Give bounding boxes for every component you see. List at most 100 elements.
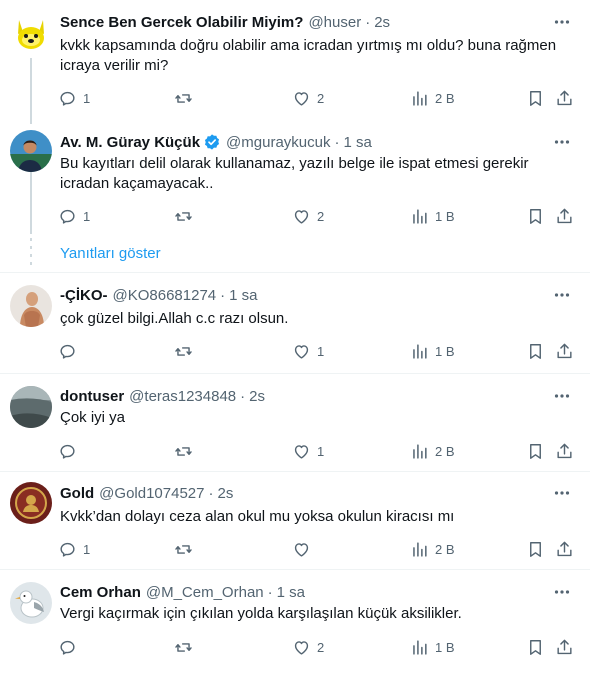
tweet-actions: 1 2 2 B xyxy=(58,88,578,108)
doge-avatar-icon[interactable] xyxy=(10,12,52,54)
bookmark-button[interactable] xyxy=(526,88,545,108)
retweet-icon xyxy=(175,642,192,652)
like-button[interactable]: 2 xyxy=(292,206,324,226)
timestamp[interactable]: 2s xyxy=(374,14,390,31)
author-handle[interactable]: @teras1234848 xyxy=(129,388,236,405)
share-button[interactable] xyxy=(555,539,574,559)
landscape-avatar-icon[interactable] xyxy=(10,386,52,428)
views-button[interactable]: 1 B xyxy=(410,206,455,226)
heart-icon xyxy=(294,640,309,655)
tweet[interactable]: Sence Ben Gercek Olabilir Miyim? @huser … xyxy=(0,0,590,124)
retweet-button[interactable] xyxy=(174,88,199,108)
retweet-button[interactable] xyxy=(174,441,199,461)
tweet[interactable]: Cem Orhan @M_Cem_Orhan · 1 sa Vergi kaçı… xyxy=(0,569,590,675)
views-button[interactable]: 1 B xyxy=(410,341,455,361)
retweet-button[interactable] xyxy=(174,341,199,361)
like-button[interactable]: 1 xyxy=(292,441,324,461)
tweet-text: Çok iyi ya xyxy=(60,409,126,426)
share-button[interactable] xyxy=(555,88,574,108)
views-count: 1 B xyxy=(435,208,455,224)
emblem-avatar-icon[interactable] xyxy=(10,482,52,524)
author-name[interactable]: Cem Orhan xyxy=(60,584,141,601)
heart-icon xyxy=(294,209,309,224)
author-name[interactable]: Sence Ben Gercek Olabilir Miyim? xyxy=(60,14,303,31)
author-handle[interactable]: @Gold1074527 xyxy=(99,485,204,502)
like-button[interactable]: 2 xyxy=(292,88,324,108)
tweet-text: çok güzel bilgi.Allah c.c razı olsun. xyxy=(60,310,289,327)
author-handle[interactable]: @M_Cem_Orhan xyxy=(146,584,264,601)
author-handle[interactable]: @mguraykucuk xyxy=(226,134,330,151)
more-options-icon[interactable] xyxy=(552,285,572,305)
share-button[interactable] xyxy=(555,441,574,461)
more-options-icon[interactable] xyxy=(552,483,572,503)
reply-button[interactable]: 1 xyxy=(58,206,90,226)
heart-icon xyxy=(294,344,309,359)
retweet-icon xyxy=(175,93,192,103)
author-name[interactable]: Av. M. Güray Küçük xyxy=(60,134,200,151)
share-button[interactable] xyxy=(555,206,574,226)
timestamp[interactable]: 2s xyxy=(249,388,265,405)
more-options-icon[interactable] xyxy=(552,386,572,406)
share-button[interactable] xyxy=(555,637,574,657)
views-button[interactable]: 1 B xyxy=(410,637,455,657)
tweet[interactable]: Av. M. Güray Küçük @mguraykucuk · 1 sa B… xyxy=(0,124,590,238)
timestamp[interactable]: 1 sa xyxy=(277,584,305,601)
like-count: 2 xyxy=(317,639,325,655)
timestamp[interactable]: 1 sa xyxy=(229,287,257,304)
photo-avatar-icon[interactable] xyxy=(10,285,52,327)
timestamp[interactable]: 1 sa xyxy=(343,134,371,151)
share-icon xyxy=(557,208,572,223)
tweet-header: Sence Ben Gercek Olabilir Miyim? @huser … xyxy=(60,12,390,32)
reply-button[interactable]: 1 xyxy=(58,539,90,559)
bookmark-icon xyxy=(530,639,541,655)
more-options-icon[interactable] xyxy=(552,582,572,602)
reply-button[interactable]: 1 xyxy=(58,88,90,108)
bookmark-button[interactable] xyxy=(526,441,545,461)
reply-button[interactable] xyxy=(58,341,83,361)
profile-photo-avatar-icon[interactable] xyxy=(10,130,52,172)
author-handle[interactable]: @huser xyxy=(308,14,361,31)
views-button[interactable]: 2 B xyxy=(410,441,455,461)
bird-avatar-icon[interactable] xyxy=(10,582,52,624)
share-button[interactable] xyxy=(555,341,574,361)
author-handle[interactable]: @KO86681274 xyxy=(113,287,217,304)
more-options-icon[interactable] xyxy=(552,132,572,152)
retweet-button[interactable] xyxy=(174,206,199,226)
reply-button[interactable] xyxy=(58,637,83,657)
views-button[interactable]: 2 B xyxy=(410,88,455,108)
views-button[interactable]: 2 B xyxy=(410,539,455,559)
retweet-icon xyxy=(175,446,192,456)
more-options-icon[interactable] xyxy=(552,12,572,32)
bookmark-button[interactable] xyxy=(526,341,545,361)
bookmark-button[interactable] xyxy=(526,539,545,559)
retweet-button[interactable] xyxy=(174,637,199,657)
views-count: 1 B xyxy=(435,343,455,359)
like-button[interactable]: 1 xyxy=(292,341,324,361)
bookmark-button[interactable] xyxy=(526,637,545,657)
share-icon xyxy=(557,443,572,458)
tweet[interactable]: -ÇİKO- @KO86681274 · 1 sa çok güzel bilg… xyxy=(0,272,590,373)
views-count: 2 B xyxy=(435,443,455,459)
tweet-text: Kvkk’dan dolayı ceza alan okul mu yoksa … xyxy=(60,508,455,525)
views-count: 1 B xyxy=(435,639,455,655)
tweet-header: Gold @Gold1074527 · 2s xyxy=(60,483,233,503)
reply-icon xyxy=(60,542,75,557)
reply-icon xyxy=(60,344,75,359)
timestamp[interactable]: 2s xyxy=(217,485,233,502)
like-button[interactable]: 2 xyxy=(292,637,324,657)
views-count: 2 B xyxy=(435,90,455,106)
author-name[interactable]: -ÇİKO- xyxy=(60,287,108,304)
reply-button[interactable] xyxy=(58,441,83,461)
bookmark-button[interactable] xyxy=(526,206,545,226)
thread-dotted-line xyxy=(30,238,32,265)
author-name[interactable]: Gold xyxy=(60,485,94,502)
tweet[interactable]: Gold @Gold1074527 · 2s Kvkk’dan dolayı c… xyxy=(0,471,590,569)
retweet-button[interactable] xyxy=(174,539,199,559)
bookmark-icon xyxy=(530,208,541,224)
share-icon xyxy=(557,343,572,358)
like-button[interactable] xyxy=(292,539,317,559)
show-replies-link[interactable]: Yanıtları göster xyxy=(60,245,161,262)
tweet-header: Av. M. Güray Küçük @mguraykucuk · 1 sa xyxy=(60,132,372,152)
tweet[interactable]: dontuser @teras1234848 · 2s Çok iyi ya 1 xyxy=(0,373,590,471)
author-name[interactable]: dontuser xyxy=(60,388,124,405)
